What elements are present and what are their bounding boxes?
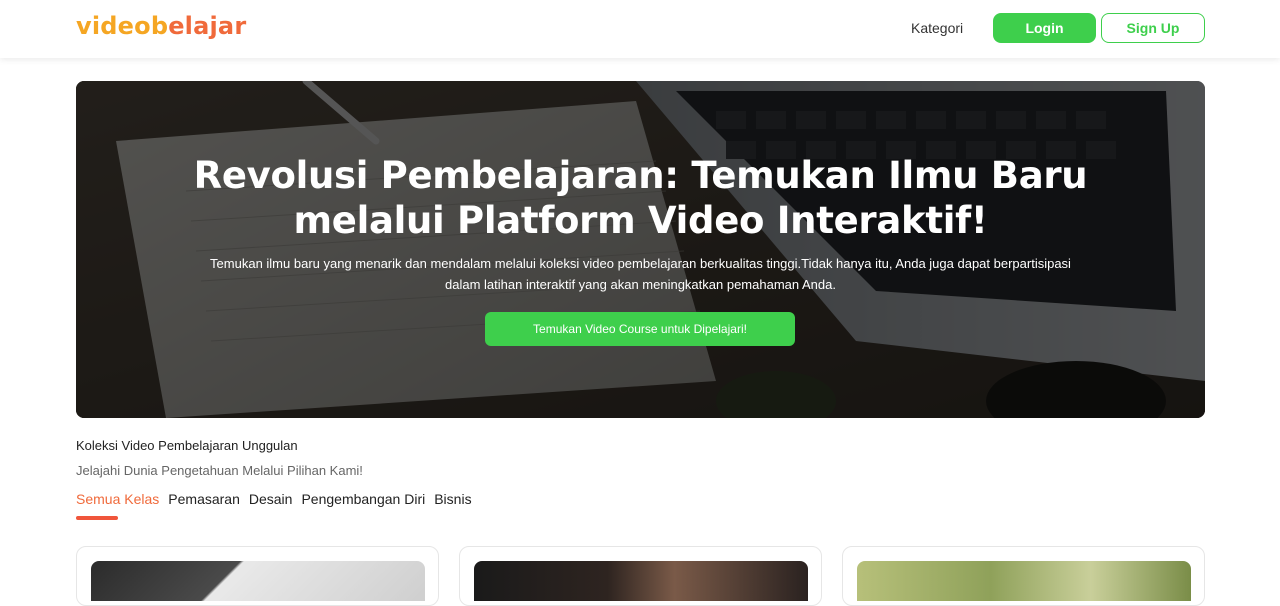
hero-dark-overlay (76, 81, 1205, 418)
signup-button[interactable]: Sign Up (1101, 13, 1205, 43)
tab-pemasaran[interactable]: Pemasaran (168, 491, 240, 507)
hero-description-line1: Temukan ilmu baru yang menarik dan menda… (210, 256, 1071, 271)
nav-kategori-link[interactable]: Kategori (911, 20, 963, 36)
course-card[interactable] (76, 546, 439, 606)
course-thumbnail (474, 561, 808, 601)
hero-title: Revolusi Pembelajaran: Temukan Ilmu Baru… (76, 153, 1205, 243)
hero-description: Temukan ilmu baru yang menarik dan menda… (196, 253, 1085, 295)
tab-bisnis[interactable]: Bisnis (434, 491, 471, 507)
course-thumbnail (91, 561, 425, 601)
hero-title-line1: Revolusi Pembelajaran: Temukan Ilmu Baru (193, 154, 1088, 197)
hero-title-line2: melalui Platform Video Interaktif! (293, 199, 988, 242)
top-navbar: videobelajar Kategori Login Sign Up (0, 0, 1280, 58)
login-button[interactable]: Login (993, 13, 1096, 43)
section-subtitle: Jelajahi Dunia Pengetahuan Melalui Pilih… (76, 463, 363, 478)
logo-text-part1: videob (76, 12, 169, 40)
logo-text-part2: elajar (168, 12, 247, 40)
tab-pengembangan-diri[interactable]: Pengembangan Diri (301, 491, 425, 507)
course-thumbnail (857, 561, 1191, 601)
course-card[interactable] (842, 546, 1205, 606)
tab-semua-kelas[interactable]: Semua Kelas (76, 491, 159, 507)
hero-description-line2: dalam latihan interaktif yang akan menin… (445, 277, 836, 292)
hero-banner: Revolusi Pembelajaran: Temukan Ilmu Baru… (76, 81, 1205, 418)
section-title: Koleksi Video Pembelajaran Unggulan (76, 438, 298, 453)
site-logo[interactable]: videobelajar (76, 12, 246, 40)
hero-cta-button[interactable]: Temukan Video Course untuk Dipelajari! (485, 312, 795, 346)
active-tab-indicator (76, 516, 118, 520)
course-card[interactable] (459, 546, 822, 606)
category-tabs: Semua Kelas Pemasaran Desain Pengembanga… (76, 491, 472, 507)
tab-desain[interactable]: Desain (249, 491, 293, 507)
